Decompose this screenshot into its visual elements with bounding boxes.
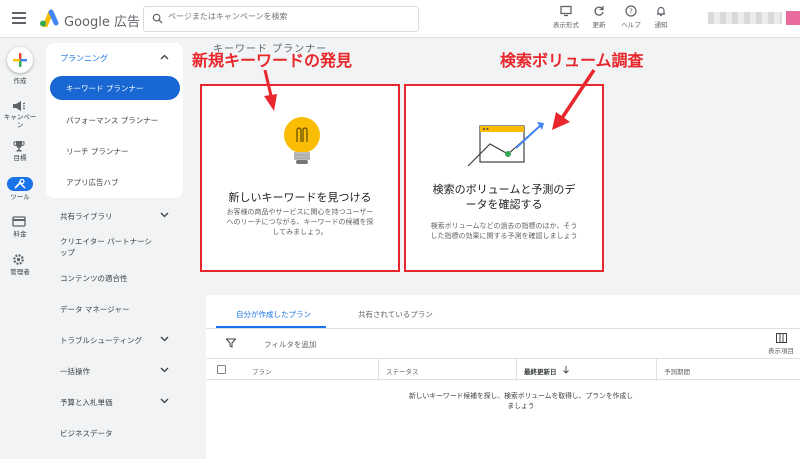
chevron-down-icon[interactable] xyxy=(160,212,169,218)
search-input[interactable] xyxy=(168,12,408,21)
help-icon: ? xyxy=(625,5,637,17)
nav-item-performance-planner[interactable]: パフォーマンス プランナー xyxy=(66,115,158,126)
top-bar: Google 広告 表示形式 更新 ? ヘルプ 通知 xyxy=(0,0,800,38)
tools-button[interactable] xyxy=(7,177,33,191)
chevron-down-icon[interactable] xyxy=(160,367,169,373)
annotation-arrow-1 xyxy=(263,70,277,111)
bell-icon xyxy=(657,6,665,17)
refresh-button[interactable]: 更新 xyxy=(581,5,617,29)
left-rail: 作成 キャンペーン 目標 ツール 料金 管理者 xyxy=(0,38,40,459)
gear-icon[interactable] xyxy=(12,253,25,266)
rail-label-campaigns[interactable]: キャンペーン xyxy=(0,113,40,129)
rail-label-tools: ツール xyxy=(10,193,30,201)
plans-table-header: プラン ステータス 最終更新日 予測期間 xyxy=(206,358,800,381)
nav-item-creator-partnerships[interactable]: クリエイター パートナーシ ップ xyxy=(60,236,152,258)
discover-keywords-title: 新しいキーワードを見つける xyxy=(228,191,372,204)
nav-item-bulk-actions[interactable]: 一括操作 xyxy=(60,366,90,377)
column-header-forecast-period[interactable]: 予測期間 xyxy=(664,366,690,376)
nav-item-shared-library[interactable]: 共有ライブラリ xyxy=(60,211,113,222)
arrow-down-icon xyxy=(563,366,569,374)
plus-icon xyxy=(13,53,27,67)
search-volume-title: 検索のボリュームと予測のデ ータを確認する xyxy=(432,183,576,211)
nav-item-troubleshooting[interactable]: トラブルシューティング xyxy=(60,335,142,346)
discover-keywords-desc: お客様の商品やサービスに関心を持つユーザー へのリーチにつながる、キーワードの候… xyxy=(226,208,374,236)
appearance-icon xyxy=(560,5,572,17)
nav-section-planning[interactable]: プランニング xyxy=(60,53,108,64)
rail-label-create: 作成 xyxy=(13,77,27,85)
chevron-down-icon[interactable] xyxy=(160,398,169,404)
avatar[interactable] xyxy=(786,11,800,25)
rail-label-admin: 管理者 xyxy=(10,268,30,276)
rail-label-goals: 目標 xyxy=(13,154,27,162)
google-ads-logo xyxy=(40,9,59,27)
tools-icon xyxy=(14,179,26,189)
nav-item-keyword-planner[interactable]: キーワード プランナー xyxy=(50,76,180,100)
refresh-icon xyxy=(594,6,604,16)
account-name-blurred[interactable] xyxy=(708,12,782,24)
nav-item-data-manager[interactable]: データ マネージャー xyxy=(60,304,129,315)
trophy-icon[interactable] xyxy=(12,140,26,152)
add-filter-button[interactable]: フィルタを追加 xyxy=(264,339,316,350)
column-header-last-modified[interactable]: 最終更新日 xyxy=(524,366,557,376)
chevron-up-icon[interactable] xyxy=(160,54,169,60)
chevron-down-icon[interactable] xyxy=(160,336,169,342)
svg-text:?: ? xyxy=(629,8,633,16)
annotation-new-keywords: 新規キーワードの発見 xyxy=(192,51,353,70)
search-icon xyxy=(152,13,163,24)
annotation-arrow-2 xyxy=(552,69,596,130)
search-box[interactable] xyxy=(143,6,419,32)
rail-label-billing: 料金 xyxy=(13,230,27,238)
nav-item-budgets-bidding[interactable]: 予算と入札単価 xyxy=(60,397,113,408)
create-button[interactable] xyxy=(7,47,33,73)
nav-item-content-suitability[interactable]: コンテンツの適合性 xyxy=(60,273,128,284)
card-icon[interactable] xyxy=(12,216,26,227)
planning-nav-card: プランニング キーワード プランナー パフォーマンス プランナー リーチ プラン… xyxy=(46,43,183,198)
filter-icon[interactable] xyxy=(226,338,236,348)
columns-icon xyxy=(775,333,787,343)
nav-item-app-ads-hub[interactable]: アプリ広告ハブ xyxy=(66,177,119,188)
nav-item-business-data[interactable]: ビジネスデータ xyxy=(60,428,113,439)
lightbulb-icon xyxy=(284,117,320,164)
brand-name: Google 広告 xyxy=(64,15,140,30)
nav-item-reach-planner[interactable]: リーチ プランナー xyxy=(66,146,128,157)
menu-icon[interactable] xyxy=(12,12,26,24)
tab-shared-plans[interactable]: 共有されているプラン xyxy=(358,309,433,320)
discover-keywords-card[interactable]: 新しいキーワードを見つける お客様の商品やサービスに関心を持つユーザー へのリー… xyxy=(200,84,400,272)
appearance-button[interactable]: 表示形式 xyxy=(548,5,584,29)
megaphone-icon[interactable] xyxy=(12,100,26,112)
search-volume-desc: 検索ボリュームなどの過去の指標のほか、そう した指標の効果に関する予測を確認しま… xyxy=(430,222,578,240)
notifications-button[interactable]: 通知 xyxy=(643,5,679,29)
tab-divider xyxy=(206,328,800,329)
tab-my-plans[interactable]: 自分が作成したプラン xyxy=(236,309,311,320)
columns-button[interactable]: 表示項目 xyxy=(766,333,796,355)
empty-state-message: 新しいキーワード候補を探し、検索ボリュームを取得し、プランを作成し ましょう xyxy=(408,392,634,410)
column-header-status[interactable]: ステータス xyxy=(386,366,419,376)
select-all-checkbox[interactable] xyxy=(217,365,226,374)
chart-growth-icon xyxy=(467,122,544,167)
column-header-plan[interactable]: プラン xyxy=(252,366,272,376)
plans-panel: 自分が作成したプラン 共有されているプラン フィルタを追加 表示項目 プラン ス… xyxy=(206,295,800,459)
